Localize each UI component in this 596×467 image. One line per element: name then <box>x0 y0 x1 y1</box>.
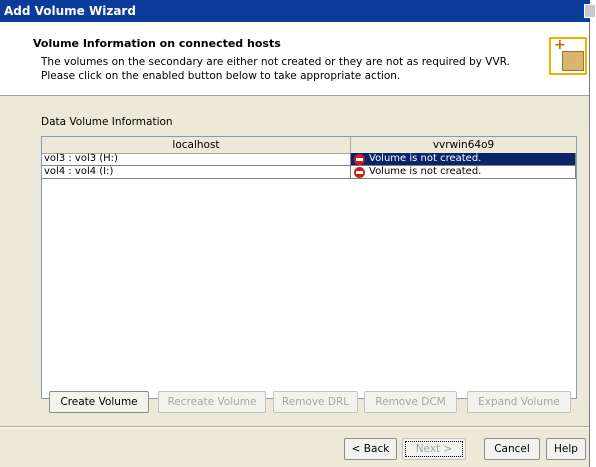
recreate-volume-button[interactable]: Recreate Volume <box>158 391 266 413</box>
column-header-secondary-host[interactable]: vvrwin64o9 <box>351 137 576 153</box>
close-icon[interactable] <box>584 4 596 18</box>
page-heading: Volume Information on connected hosts <box>33 37 281 50</box>
page-description: The volumes on the secondary are either … <box>41 56 510 82</box>
wizard-window: Volume Information on connected hosts Th… <box>0 22 590 467</box>
status-cell[interactable]: Volume is not created. <box>351 166 576 179</box>
table-row[interactable]: vol3 : vol3 (H:) Volume is not created. <box>42 153 576 166</box>
help-button[interactable]: Help <box>546 438 586 460</box>
expand-volume-button[interactable]: Expand Volume <box>467 391 571 413</box>
cancel-button[interactable]: Cancel <box>484 438 540 460</box>
error-stop-icon <box>354 154 365 165</box>
local-volume-cell[interactable]: vol4 : vol4 (I:) <box>42 166 351 179</box>
remove-dcm-button[interactable]: Remove DCM <box>364 391 457 413</box>
remove-drl-button[interactable]: Remove DRL <box>273 391 358 413</box>
next-button[interactable]: Next > <box>402 438 466 460</box>
data-volume-table: localhost vvrwin64o9 vol3 : vol3 (H:) Vo… <box>41 136 577 399</box>
column-header-localhost[interactable]: localhost <box>42 137 351 153</box>
status-text: Volume is not created. <box>369 166 482 177</box>
status-text: Volume is not created. <box>369 153 482 164</box>
back-button[interactable]: < Back <box>344 438 397 460</box>
status-cell[interactable]: Volume is not created. <box>351 153 576 166</box>
window-title: Add Volume Wizard <box>4 4 136 18</box>
data-volume-info-label: Data Volume Information <box>41 116 173 128</box>
wizard-header: Volume Information on connected hosts Th… <box>0 22 589 96</box>
error-stop-icon <box>354 167 365 178</box>
local-volume-cell[interactable]: vol3 : vol3 (H:) <box>42 153 351 166</box>
table-header: localhost vvrwin64o9 <box>42 137 576 154</box>
footer-divider <box>0 426 589 428</box>
add-volume-box-icon: + <box>549 37 587 75</box>
table-row[interactable]: vol4 : vol4 (I:) Volume is not created. <box>42 166 576 179</box>
create-volume-button[interactable]: Create Volume <box>49 391 149 413</box>
title-bar: Add Volume Wizard <box>0 0 596 22</box>
